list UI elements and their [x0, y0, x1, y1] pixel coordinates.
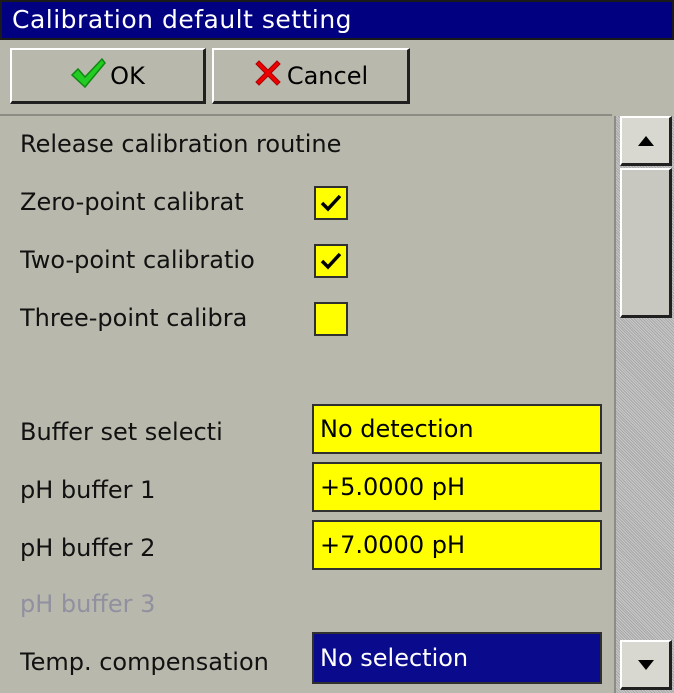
ok-button[interactable]: OK — [10, 48, 206, 104]
scroll-down-button[interactable] — [620, 640, 672, 690]
zero-point-label: Zero-point calibrat — [20, 188, 244, 216]
checkmark-icon — [320, 194, 342, 212]
ph-buffer-1-label: pH buffer 1 — [20, 476, 156, 504]
ph-buffer-2-label: pH buffer 2 — [20, 534, 156, 562]
ok-button-label: OK — [110, 61, 145, 90]
two-point-checkbox[interactable] — [314, 244, 348, 278]
cancel-button-label: Cancel — [286, 61, 369, 90]
checkmark-icon — [70, 57, 107, 95]
three-point-label: Three-point calibra — [20, 304, 248, 332]
temp-compensation-label: Temp. compensation — [20, 648, 269, 676]
zero-point-checkbox[interactable] — [314, 186, 348, 220]
buffer-set-label: Buffer set selecti — [20, 418, 223, 446]
temp-compensation-field[interactable]: No selection — [312, 632, 602, 684]
three-point-checkbox[interactable] — [314, 302, 348, 336]
toolbar: OK Cancel — [0, 40, 674, 114]
checkmark-icon — [320, 252, 342, 270]
two-point-label: Two-point calibratio — [20, 246, 255, 274]
vertical-scrollbar[interactable] — [614, 116, 674, 693]
ph-buffer-2-field[interactable]: +7.0000 pH — [312, 520, 602, 570]
scrollbar-thumb[interactable] — [620, 168, 672, 318]
window-title: Calibration default setting — [0, 0, 674, 40]
release-calibration-heading: Release calibration routine — [20, 130, 342, 158]
x-icon — [253, 58, 283, 94]
arrow-up-icon — [637, 135, 654, 146]
cancel-button[interactable]: Cancel — [212, 48, 410, 104]
scroll-up-button[interactable] — [620, 116, 672, 166]
ph-buffer-1-field[interactable]: +5.0000 pH — [312, 462, 602, 512]
ph-buffer-3-label: pH buffer 3 — [20, 590, 156, 618]
arrow-down-icon — [637, 659, 654, 670]
buffer-set-field[interactable]: No detection — [312, 404, 602, 454]
settings-form: Release calibration routine Zero-point c… — [0, 116, 612, 693]
